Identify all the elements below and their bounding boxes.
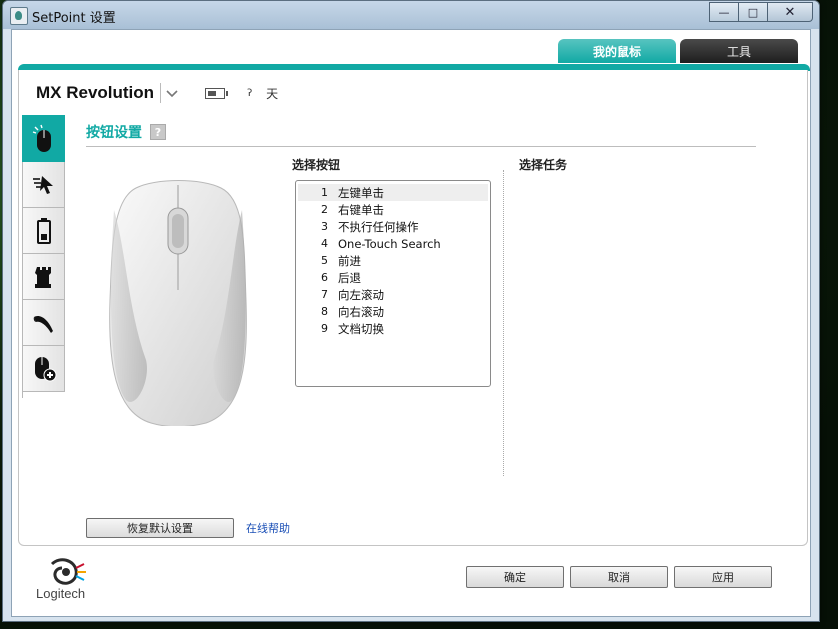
battery-days-label: 天 — [266, 86, 279, 101]
scroll-wheel-icon — [33, 315, 53, 333]
restore-defaults-button[interactable]: 恢复默认设置 — [86, 518, 234, 538]
top-tabs: 我的鼠标 工具 — [554, 39, 798, 63]
help-icon[interactable]: ? — [150, 124, 166, 140]
close-button[interactable]: ✕ — [767, 2, 813, 22]
online-help-link[interactable]: 在线帮助 — [246, 520, 290, 536]
section-header: 按钮设置 ? — [86, 122, 166, 142]
select-button-heading: 选择按钮 — [292, 158, 341, 172]
apply-button[interactable]: 应用 — [674, 566, 772, 588]
side-tabs-tail — [22, 392, 64, 398]
mouse-buttons-icon — [32, 124, 51, 152]
client-area: 我的鼠标 工具 MX Revolution ʔ 天 按钮设置 ? 选择按钮 选择… — [11, 29, 811, 617]
list-item[interactable]: 6 后退 — [298, 269, 488, 286]
cancel-button[interactable]: 取消 — [570, 566, 668, 588]
list-item[interactable]: 4 One-Touch Search — [298, 235, 488, 252]
window-controls: — □ ✕ — [709, 2, 813, 22]
select-task-heading: 选择任务 — [519, 158, 568, 172]
list-item[interactable]: 3 不执行任何操作 — [298, 218, 488, 235]
battery-icon — [36, 217, 51, 244]
title-bar[interactable]: SetPoint 设置 — □ ✕ — [3, 1, 819, 29]
battery-icon — [205, 87, 229, 99]
tab-my-mouse[interactable]: 我的鼠标 — [558, 39, 676, 63]
mouse-add-icon — [34, 356, 56, 381]
setpoint-window: SetPoint 设置 — □ ✕ 我的鼠标 工具 MX Revolution … — [2, 0, 820, 622]
side-tab-scroll[interactable] — [22, 300, 65, 346]
column-divider — [503, 170, 504, 476]
pointer-speed-icon — [32, 175, 53, 194]
device-name[interactable]: MX Revolution — [36, 83, 154, 103]
device-selector[interactable]: MX Revolution ʔ 天 — [36, 83, 278, 103]
game-rook-icon — [34, 266, 51, 288]
ok-button[interactable]: 确定 — [466, 566, 564, 588]
side-tab-buttons[interactable] — [22, 115, 65, 162]
window-title: SetPoint 设置 — [32, 11, 116, 26]
list-item[interactable]: 1 左键单击 — [298, 184, 488, 201]
signal-icon: ʔ — [247, 87, 253, 99]
list-item[interactable]: 5 前进 — [298, 252, 488, 269]
mouse-image — [109, 180, 247, 426]
tab-tools[interactable]: 工具 — [680, 39, 798, 63]
side-tab-battery[interactable] — [22, 208, 65, 254]
side-tabs — [22, 115, 65, 398]
list-item[interactable]: 9 文档切换 — [298, 320, 488, 337]
minimize-button[interactable]: — — [709, 2, 739, 22]
app-icon — [10, 7, 28, 25]
section-divider — [86, 146, 756, 147]
list-item[interactable]: 7 向左滚动 — [298, 286, 488, 303]
maximize-button[interactable]: □ — [738, 2, 768, 22]
side-tab-pointer[interactable] — [22, 162, 65, 208]
side-tab-game[interactable] — [22, 254, 65, 300]
page-title: 按钮设置 — [86, 125, 142, 141]
dropdown-divider — [160, 83, 162, 103]
logo-text: Logitech — [36, 586, 86, 601]
button-list[interactable]: 1 左键单击 2 右键单击 3 不执行任何操作 4 One-Touch Search 5… — [295, 180, 491, 387]
list-item[interactable]: 2 右键单击 — [298, 201, 488, 218]
chevron-down-icon[interactable] — [165, 86, 179, 100]
side-tab-add-mouse[interactable] — [22, 346, 65, 392]
list-item[interactable]: 8 向右滚动 — [298, 303, 488, 320]
